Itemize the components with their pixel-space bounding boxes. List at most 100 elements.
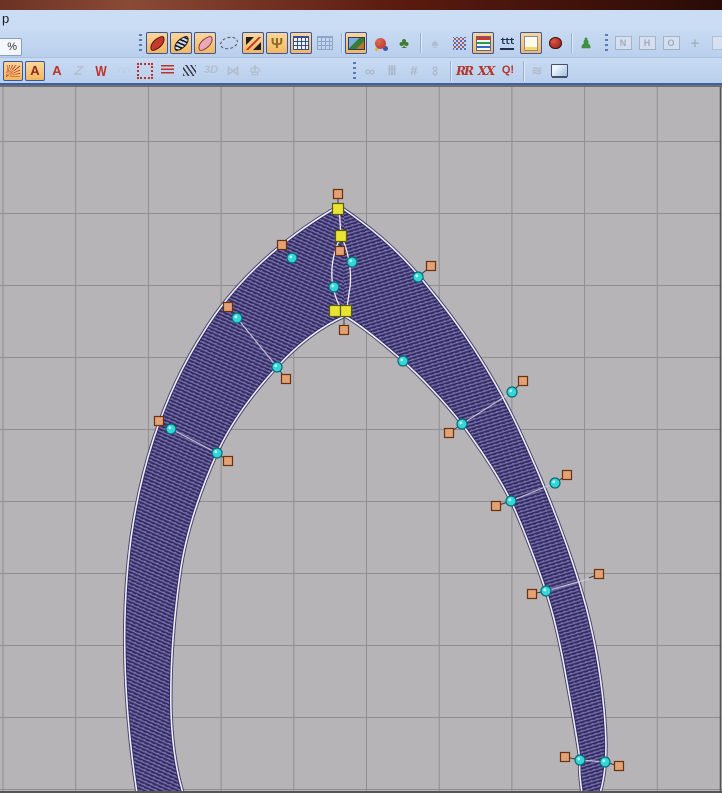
canvas-background[interactable] bbox=[0, 87, 722, 793]
frame-ellipse-icon[interactable]: O bbox=[660, 32, 682, 54]
stitch-mark-icon[interactable]: Q! bbox=[498, 61, 518, 81]
anchor-node[interactable] bbox=[328, 304, 342, 318]
wave-effect-icon: ⋈ bbox=[226, 63, 240, 78]
loop-stitch-icon[interactable]: XX bbox=[476, 61, 496, 81]
design-properties-icon[interactable] bbox=[520, 32, 542, 54]
curve-control-node[interactable] bbox=[506, 386, 518, 398]
auto-split-icon: A bbox=[30, 63, 40, 78]
curve-control-node[interactable] bbox=[540, 585, 552, 597]
offset-handle-node[interactable] bbox=[222, 455, 234, 467]
contour-lines-icon[interactable] bbox=[157, 61, 177, 81]
curve-control-node[interactable] bbox=[165, 423, 177, 435]
curve-control-node[interactable] bbox=[412, 271, 424, 283]
lettering-icon[interactable]: A bbox=[47, 61, 67, 81]
skew-effect-icon[interactable]: Z bbox=[69, 61, 89, 81]
curve-control-node[interactable] bbox=[549, 477, 561, 489]
zigzag-stitch-icon[interactable]: W bbox=[91, 61, 111, 81]
offset-handle-node[interactable] bbox=[526, 588, 538, 600]
curve-control-node[interactable] bbox=[328, 281, 340, 293]
mirror-columns-icon[interactable]: Ⅲ bbox=[382, 61, 402, 81]
reshape-tool-icon[interactable] bbox=[242, 32, 264, 54]
offset-handle-node[interactable] bbox=[593, 568, 605, 580]
dot-grid-icon[interactable] bbox=[448, 32, 470, 54]
offset-handle-node[interactable] bbox=[334, 245, 346, 257]
display-monitor-icon bbox=[550, 64, 568, 77]
offset-handle-node[interactable] bbox=[222, 301, 234, 313]
offset-handle-node[interactable] bbox=[276, 239, 288, 251]
mirror-rings-icon[interactable]: ∞ bbox=[360, 61, 380, 81]
outline-shape-tool-icon bbox=[195, 34, 215, 52]
curve-control-node[interactable] bbox=[231, 312, 243, 324]
anchor-node[interactable] bbox=[339, 304, 353, 318]
curve-control-node[interactable] bbox=[397, 355, 409, 367]
loop-stitch-icon: XX bbox=[477, 63, 496, 78]
toolbar-separator bbox=[523, 60, 524, 81]
frame-h-icon[interactable]: H bbox=[636, 32, 658, 54]
texture-hatch-icon bbox=[182, 65, 196, 76]
offset-handle-node[interactable] bbox=[332, 188, 344, 200]
offset-handle-node[interactable] bbox=[613, 760, 625, 772]
curve-control-node[interactable] bbox=[456, 418, 468, 430]
curve-control-node[interactable] bbox=[211, 447, 223, 459]
curve-control-node[interactable] bbox=[574, 754, 586, 766]
freehand-select-icon[interactable] bbox=[218, 32, 240, 54]
motif-fill-icon[interactable] bbox=[135, 61, 155, 81]
texture-hatch-icon[interactable] bbox=[179, 61, 199, 81]
plant-tool-icon[interactable]: ♠ bbox=[424, 32, 446, 54]
curve-control-node[interactable] bbox=[286, 252, 298, 264]
weave-grid-icon[interactable]: # bbox=[404, 61, 424, 81]
clipart-tree-icon[interactable]: ♣ bbox=[393, 32, 415, 54]
anchor-node[interactable] bbox=[334, 229, 348, 243]
fill-shape-tool-icon bbox=[147, 34, 167, 52]
auto-split-icon[interactable]: A bbox=[25, 60, 45, 81]
wave-effect-icon[interactable]: ⋈ bbox=[223, 61, 243, 81]
toolbar-separator bbox=[571, 33, 572, 53]
outline-shape-tool-icon[interactable] bbox=[194, 32, 216, 54]
offset-handle-node[interactable] bbox=[153, 415, 165, 427]
reshape-tool-icon bbox=[245, 36, 261, 50]
curves-effect-icon[interactable]: ≋ bbox=[527, 61, 547, 81]
center-move-icon[interactable]: + bbox=[684, 32, 706, 54]
anchor-node[interactable] bbox=[331, 202, 345, 216]
toolbar-separator bbox=[450, 60, 451, 81]
grid-tool-icon[interactable] bbox=[290, 32, 312, 54]
grid-edit-tool-icon[interactable] bbox=[314, 32, 336, 54]
stitch-rays-icon[interactable] bbox=[3, 60, 23, 81]
frame-n-icon[interactable]: N bbox=[612, 32, 634, 54]
offset-handle-node[interactable] bbox=[443, 427, 455, 439]
operator-icon[interactable]: ♟ bbox=[575, 32, 597, 54]
node-highlight bbox=[543, 588, 547, 592]
offset-handle-node[interactable] bbox=[280, 373, 292, 385]
background-picture-icon[interactable] bbox=[345, 32, 367, 54]
basket-weave-icon[interactable]: ♔ bbox=[245, 61, 265, 81]
curve-control-node[interactable] bbox=[505, 495, 517, 507]
piping-effect-icon[interactable]: ∩∩ bbox=[113, 61, 133, 81]
pattern-fill-tool-icon[interactable] bbox=[170, 32, 192, 54]
curve-control-node[interactable] bbox=[346, 256, 358, 268]
offset-handle-node[interactable] bbox=[490, 500, 502, 512]
node-highlight bbox=[400, 358, 404, 362]
offset-handle-node[interactable] bbox=[559, 751, 571, 763]
object-color-list-icon[interactable] bbox=[472, 32, 494, 54]
stitch-density-icon[interactable]: ttt bbox=[496, 32, 518, 54]
design-canvas[interactable] bbox=[0, 87, 722, 793]
bug-thread-icon[interactable] bbox=[544, 32, 566, 54]
blank-frame-icon[interactable] bbox=[708, 32, 722, 54]
three-d-effect-icon[interactable]: 3D bbox=[201, 61, 221, 81]
monogram-icon[interactable]: RR bbox=[454, 61, 474, 81]
node-highlight bbox=[274, 364, 278, 368]
offset-handle-node[interactable] bbox=[425, 260, 437, 272]
offset-handle-node[interactable] bbox=[338, 324, 350, 336]
toolbar-main: % Ψ♣♠ttt♟NHO+↷ bbox=[0, 29, 722, 58]
curve-control-node[interactable] bbox=[599, 756, 611, 768]
offset-handle-node[interactable] bbox=[517, 375, 529, 387]
ring-pairs-icon[interactable]: ∞ bbox=[426, 61, 446, 81]
fill-shape-tool-icon[interactable] bbox=[146, 32, 168, 54]
node-highlight bbox=[415, 274, 419, 278]
menu-item-fragment[interactable]: p bbox=[2, 11, 9, 26]
shapes-tool-icon[interactable] bbox=[369, 32, 391, 54]
curve-control-node[interactable] bbox=[271, 361, 283, 373]
stitch-angle-tool-icon[interactable]: Ψ bbox=[266, 32, 288, 54]
offset-handle-node[interactable] bbox=[561, 469, 573, 481]
display-monitor-icon[interactable] bbox=[549, 61, 569, 81]
